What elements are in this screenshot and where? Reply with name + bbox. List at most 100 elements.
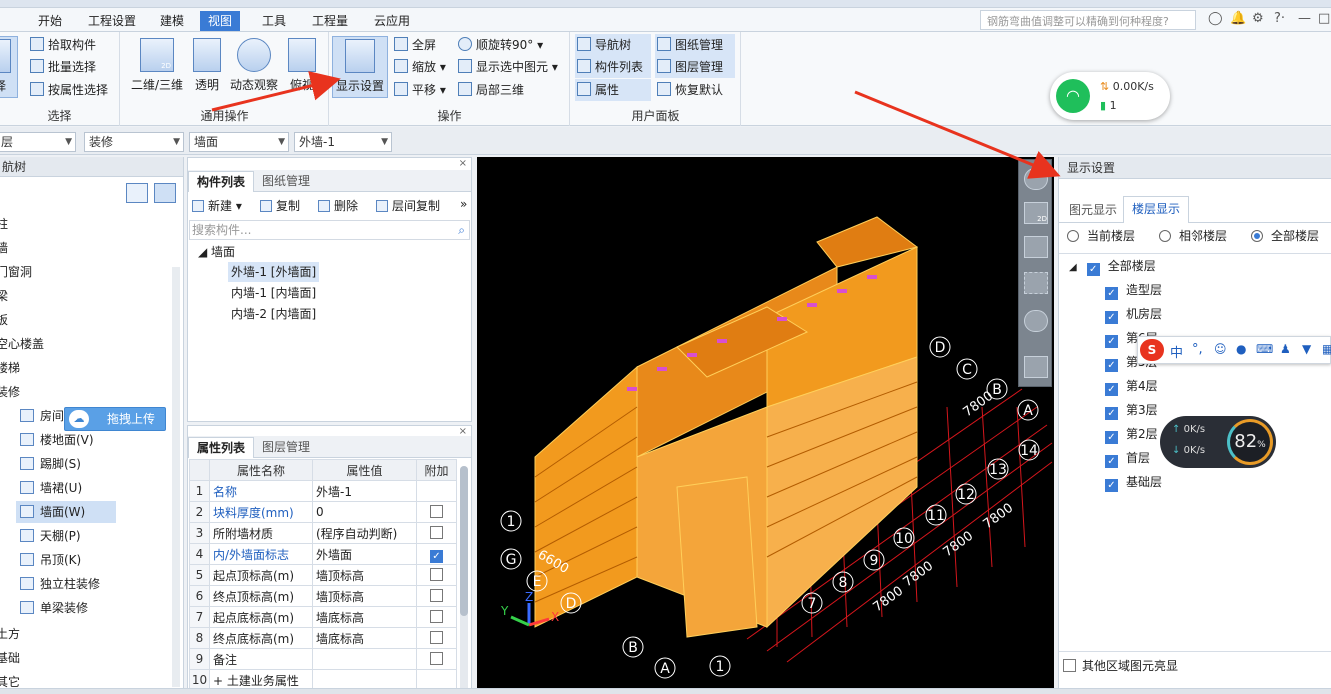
tshirt-icon[interactable]: ▼: [1302, 342, 1311, 356]
nav-item[interactable]: 柱: [0, 213, 8, 235]
menu-quantity[interactable]: 工程量: [304, 11, 356, 31]
emoji-icon[interactable]: ☺: [1214, 342, 1227, 356]
tab-element-display[interactable]: 图元显示: [1061, 199, 1125, 223]
properties-toggle[interactable]: 属性: [575, 79, 651, 101]
property-row[interactable]: 4 内/外墙面标志 外墙面 ✓: [189, 543, 457, 565]
checkbox-checked[interactable]: ✓: [1086, 263, 1100, 276]
collapse-icon[interactable]: ◢: [1069, 262, 1077, 273]
nav-decor-item[interactable]: 楼地面(V): [16, 429, 116, 451]
scrollbar-thumb[interactable]: [460, 466, 468, 616]
pan-button[interactable]: 平移 ▾: [392, 79, 446, 101]
radio-button[interactable]: [1159, 230, 1171, 242]
checkbox-unchecked[interactable]: [430, 631, 443, 644]
radio-adjacent-floor[interactable]: 相邻楼层: [1159, 225, 1227, 247]
tab-layer-mgmt[interactable]: 图层管理: [254, 437, 318, 458]
refresh-icon[interactable]: [1024, 310, 1048, 332]
orbit-icon[interactable]: [1024, 168, 1048, 190]
property-row[interactable]: 9 备注: [189, 648, 457, 670]
layer-mgmt-toggle[interactable]: 图层管理: [655, 56, 735, 78]
nav-item[interactable]: 空心楼盖: [0, 333, 44, 355]
floor-root[interactable]: ◢ ✓ 全部楼层: [1069, 255, 1156, 277]
help-icon[interactable]: ?·: [1274, 11, 1285, 26]
tree-root-wall-surface[interactable]: ◢ 墙面: [198, 242, 235, 262]
sogou-logo-icon[interactable]: S: [1140, 339, 1164, 361]
view-2d-icon[interactable]: 2D: [1024, 202, 1048, 224]
highlight-other-areas[interactable]: 其他区域图元亮显: [1063, 655, 1178, 677]
floor-item[interactable]: ✓ 第3层: [1105, 399, 1158, 421]
component-item[interactable]: 内墙-2 [内墙面]: [231, 304, 316, 324]
checkbox-checked[interactable]: ✓: [1105, 383, 1118, 396]
property-row[interactable]: 8 终点底标高(m) 墙底标高: [189, 627, 457, 649]
nav-item[interactable]: 门窗洞: [0, 261, 32, 283]
checkbox-unchecked[interactable]: [430, 568, 443, 581]
checkbox-checked[interactable]: ✓: [1105, 479, 1118, 492]
nav-item[interactable]: 梁: [0, 285, 8, 307]
checkbox-checked[interactable]: ✓: [1105, 311, 1118, 324]
restore-default-button[interactable]: 恢复默认: [655, 79, 723, 101]
fullscreen-button[interactable]: 全屏: [392, 34, 436, 56]
nav-tree-toggle[interactable]: 导航树: [575, 34, 651, 56]
checkbox-checked[interactable]: ✓: [1105, 287, 1118, 300]
floor-item[interactable]: ✓ 首层: [1105, 447, 1150, 469]
checkbox-unchecked[interactable]: [430, 589, 443, 602]
floor-copy-button[interactable]: 层间复制: [376, 197, 440, 214]
card-view-icon[interactable]: [154, 183, 176, 203]
settings-grid-icon[interactable]: [1024, 356, 1048, 378]
nav-item[interactable]: 土方: [0, 623, 20, 645]
property-value[interactable]: 外墙面: [312, 543, 417, 565]
batch-select-button[interactable]: 批量选择: [28, 56, 96, 78]
property-value[interactable]: 0: [312, 501, 417, 523]
radio-all-floors[interactable]: 全部楼层: [1251, 225, 1319, 247]
select-by-attr-button[interactable]: 按属性选择: [28, 79, 108, 101]
property-row[interactable]: 6 终点顶标高(m) 墙顶标高: [189, 585, 457, 607]
tab-component-list[interactable]: 构件列表: [188, 171, 255, 192]
component-search-input[interactable]: 搜索构件... ⌕: [189, 220, 470, 240]
ime-punct[interactable]: °,: [1192, 342, 1203, 357]
property-row[interactable]: 5 起点顶标高(m) 墙顶标高: [189, 564, 457, 586]
property-value[interactable]: 墙底标高: [312, 606, 417, 628]
element-select[interactable]: 外墙-1 ▼: [294, 132, 392, 152]
checkbox-unchecked[interactable]: [430, 505, 443, 518]
drag-upload-button[interactable]: ☁ 拖拽上传: [64, 407, 166, 431]
menu-modeling[interactable]: 建模: [152, 11, 192, 31]
property-value[interactable]: (程序自动判断): [312, 522, 417, 544]
tab-drawing-mgmt[interactable]: 图纸管理: [254, 171, 318, 192]
zoom-button[interactable]: 缩放 ▾: [392, 56, 446, 78]
top-view-button[interactable]: 俯视: [283, 36, 321, 98]
checkbox-unchecked[interactable]: [430, 610, 443, 623]
tab-floor-display[interactable]: 楼层显示: [1123, 196, 1190, 223]
component-item[interactable]: 内墙-1 [内墙面]: [231, 283, 316, 303]
nav-item[interactable]: 墙: [0, 237, 8, 259]
property-scrollbar[interactable]: [460, 466, 468, 692]
nav-decor-item[interactable]: 天棚(P): [16, 525, 116, 547]
menu-cloud[interactable]: 云应用: [366, 11, 418, 31]
menu-view[interactable]: 视图: [200, 11, 241, 31]
property-value[interactable]: 墙顶标高: [312, 564, 417, 586]
radio-button[interactable]: [1067, 230, 1079, 242]
copy-button[interactable]: 复制: [260, 197, 300, 214]
dynamic-observe-button[interactable]: 动态观察: [227, 36, 281, 98]
pick-component-button[interactable]: 拾取构件: [28, 34, 96, 56]
mic-icon[interactable]: ●: [1236, 342, 1246, 356]
local-3d-button[interactable]: 局部三维: [456, 79, 524, 101]
radio-current-floor[interactable]: 当前楼层: [1067, 225, 1135, 247]
property-value[interactable]: [312, 648, 417, 670]
checkbox-checked[interactable]: ✓: [1105, 407, 1118, 420]
delete-button[interactable]: 删除: [318, 197, 358, 214]
checkbox-unchecked[interactable]: [1063, 659, 1076, 672]
new-button[interactable]: 新建 ▾: [192, 197, 242, 214]
property-row[interactable]: 2 块料厚度(mm) 0: [189, 501, 457, 523]
floor-item[interactable]: ✓ 造型层: [1105, 279, 1162, 301]
speed-monitor[interactable]: ↑ 0K/s ↓ 0K/s 82%: [1160, 416, 1276, 468]
component-item[interactable]: 外墙-1 [外墙面]: [228, 262, 320, 282]
display-settings-button[interactable]: 显示设置: [332, 36, 388, 98]
checkbox-unchecked[interactable]: [430, 526, 443, 539]
3d-viewport[interactable]: D C B A 14 13 12 11 10 9 8 7 1 G E D B A…: [477, 157, 1054, 688]
floor-item[interactable]: ✓ 第4层: [1105, 375, 1158, 397]
property-row[interactable]: 1 名称 外墙-1: [189, 480, 457, 502]
nav-item[interactable]: 基础: [0, 647, 20, 669]
drawing-mgmt-toggle[interactable]: 图纸管理: [655, 34, 735, 56]
property-value[interactable]: 墙底标高: [312, 627, 417, 649]
nav-decor-item[interactable]: 墙面(W): [16, 501, 116, 523]
grid-icon[interactable]: ▦: [1322, 342, 1331, 356]
